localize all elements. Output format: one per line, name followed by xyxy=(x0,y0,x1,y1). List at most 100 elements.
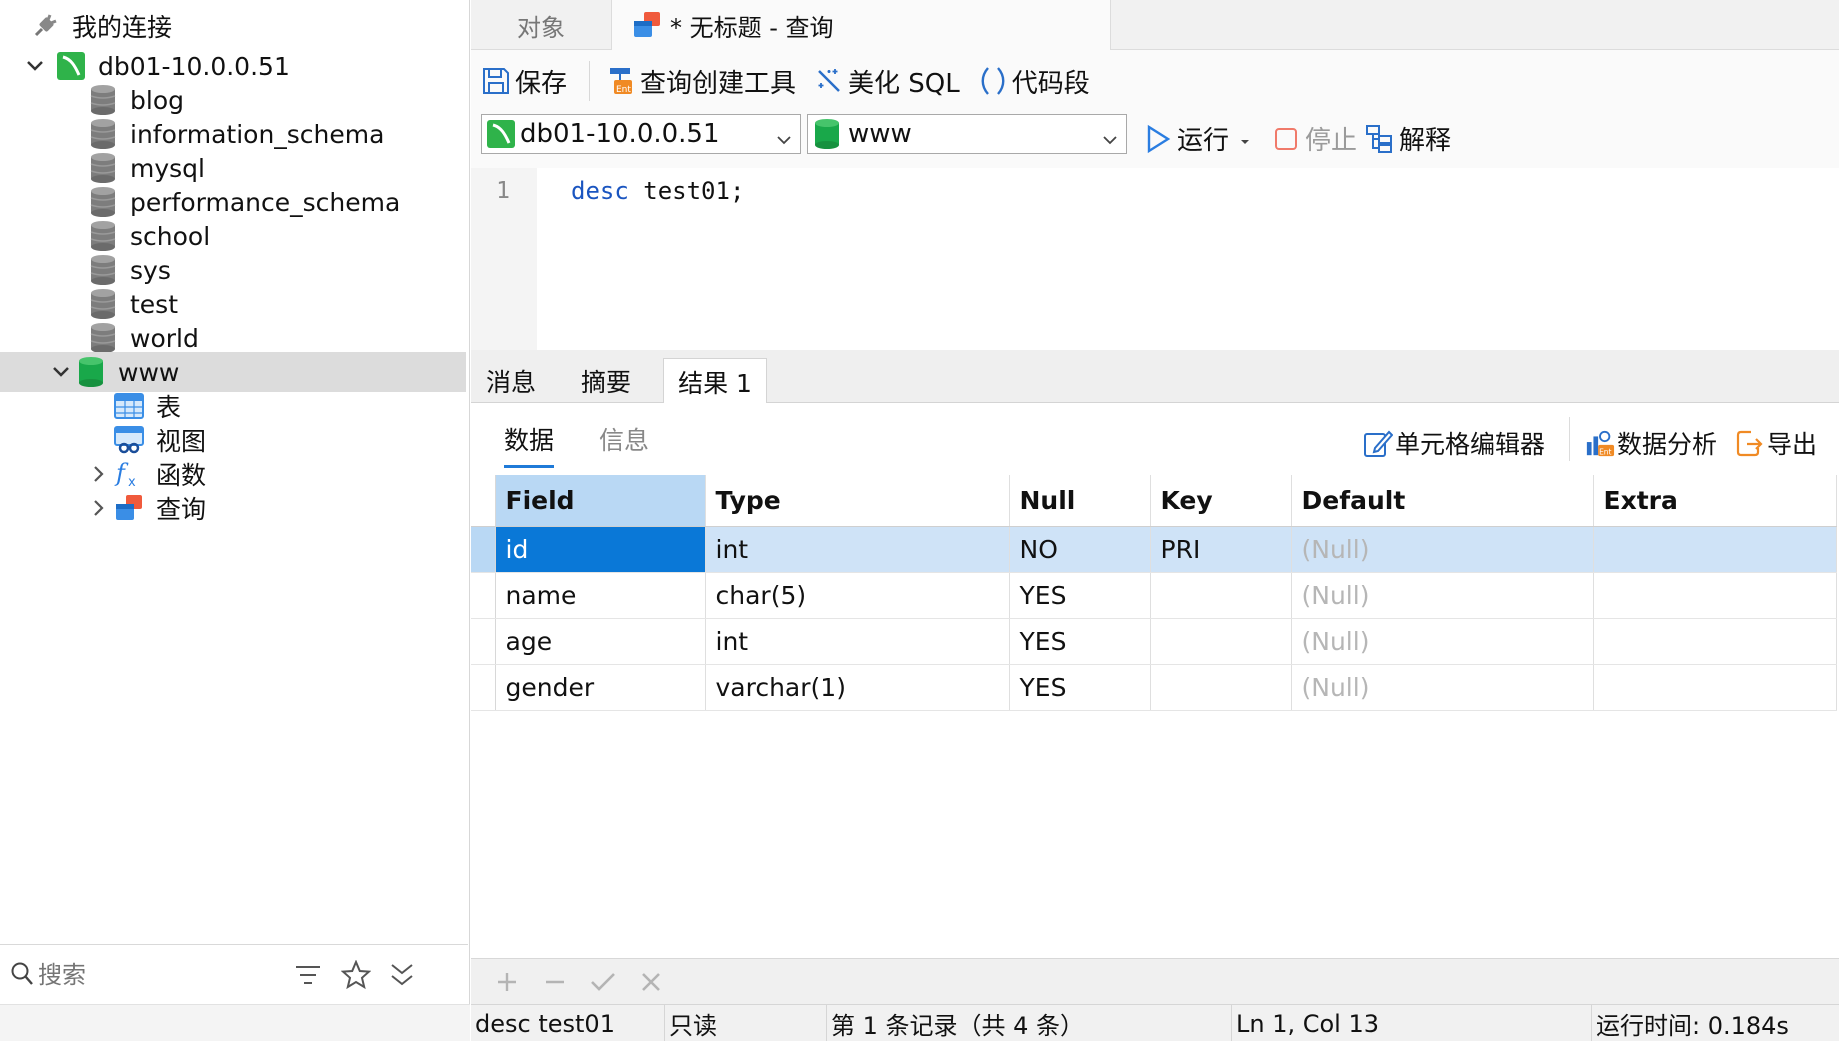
run-dropdown-icon[interactable] xyxy=(1239,124,1251,154)
row-header[interactable] xyxy=(471,572,496,619)
column-header-field[interactable]: Field xyxy=(495,475,706,527)
table-cell[interactable] xyxy=(1593,526,1837,573)
tab-messages-label: 消息 xyxy=(485,367,536,397)
db-label: blog xyxy=(130,85,184,115)
sql-keyword: desc xyxy=(571,177,629,205)
column-header-null[interactable]: Null xyxy=(1009,475,1151,527)
column-header-default[interactable]: Default xyxy=(1291,475,1594,527)
table-cell[interactable]: id xyxy=(495,526,706,573)
collapse-all-icon[interactable] xyxy=(386,959,418,991)
query-workspace: 对象 * 无标题 - 查询 保存 Ent 查询创建工具 美化 SQL 代码段 d… xyxy=(471,0,1839,1041)
chevron-down-icon[interactable] xyxy=(22,53,48,79)
run-button[interactable]: 运行 xyxy=(1143,120,1251,157)
table-cell[interactable]: (Null) xyxy=(1291,572,1594,619)
table-cell[interactable] xyxy=(1150,572,1292,619)
cell-editor-button[interactable]: 单元格编辑器 xyxy=(1363,425,1545,461)
table-cell[interactable]: (Null) xyxy=(1291,664,1594,711)
db-label: www xyxy=(118,357,180,387)
chevron-right-icon[interactable] xyxy=(86,461,112,487)
subtab-data[interactable]: 数据 xyxy=(504,421,555,468)
mysql-connection-icon xyxy=(486,119,516,149)
chevron-down-icon xyxy=(1102,125,1118,155)
export-button[interactable]: 导出 xyxy=(1735,425,1817,461)
analysis-icon: Ent xyxy=(1585,428,1615,458)
column-header-key[interactable]: Key xyxy=(1150,475,1292,527)
discard-changes-icon[interactable] xyxy=(627,964,675,1000)
table-cell[interactable]: PRI xyxy=(1150,526,1292,573)
sql-code[interactable]: desc test01; xyxy=(571,168,744,214)
database-icon xyxy=(88,85,118,115)
sidebar-search-input[interactable] xyxy=(38,955,278,995)
tab-summary-label: 摘要 xyxy=(580,367,631,397)
sidebar-search-bar xyxy=(0,944,468,1004)
search-icon xyxy=(10,961,34,991)
data-analysis-label: 数据分析 xyxy=(1617,430,1718,459)
database-select[interactable]: www xyxy=(807,114,1127,154)
column-header-type[interactable]: Type xyxy=(705,475,1010,527)
apply-changes-icon[interactable] xyxy=(579,964,627,1000)
table-cell[interactable]: (Null) xyxy=(1291,526,1594,573)
run-label: 运行 xyxy=(1177,126,1230,156)
chevron-right-icon[interactable] xyxy=(86,495,112,521)
stop-button[interactable]: 停止 xyxy=(1271,120,1357,157)
tab-query[interactable]: * 无标题 - 查询 xyxy=(611,0,1111,50)
table-cell[interactable] xyxy=(1593,572,1837,619)
row-header[interactable] xyxy=(471,526,496,573)
table-row[interactable]: age int YES (Null) xyxy=(471,618,1837,665)
table-cell[interactable]: gender xyxy=(495,664,706,711)
explain-button[interactable]: 解释 xyxy=(1365,120,1451,157)
table-cell[interactable]: YES xyxy=(1009,664,1151,711)
table-cell[interactable]: YES xyxy=(1009,572,1151,619)
table-cell[interactable] xyxy=(1593,618,1837,665)
status-bar: desc test01 只读 第 1 条记录（共 4 条） Ln 1, Col … xyxy=(471,1004,1839,1041)
add-row-icon[interactable] xyxy=(483,964,531,1000)
data-analysis-button[interactable]: Ent 数据分析 xyxy=(1585,425,1717,461)
result-grid[interactable]: Field Type Null Key Default Extra id int NO PRI(… xyxy=(471,475,1839,711)
save-button[interactable]: 保存 xyxy=(481,63,567,100)
table-row[interactable]: gender varchar(1) YES (Null) xyxy=(471,664,1837,711)
status-mode: 只读 xyxy=(664,1005,826,1041)
table-cell[interactable]: varchar(1) xyxy=(705,664,1010,711)
chevron-down-icon xyxy=(776,125,792,155)
table-cell[interactable] xyxy=(1150,618,1292,665)
beautify-sql-label: 美化 SQL xyxy=(848,68,960,99)
tree-queries[interactable]: 查询 xyxy=(0,488,466,528)
row-header[interactable] xyxy=(471,618,496,665)
table-cell[interactable]: char(5) xyxy=(705,572,1010,619)
tab-result-1[interactable]: 结果 1 xyxy=(663,358,767,404)
database-icon xyxy=(88,255,118,285)
connection-select[interactable]: db01-10.0.0.51 xyxy=(481,114,801,154)
code-snippet-button[interactable]: 代码段 xyxy=(978,63,1090,100)
connection-sidebar: 我的连接 db01-10.0.0.51 blog information_sche… xyxy=(0,0,470,1041)
column-header-extra[interactable]: Extra xyxy=(1593,475,1837,527)
query-builder-button[interactable]: Ent 查询创建工具 xyxy=(606,63,796,100)
table-cell[interactable] xyxy=(1593,664,1837,711)
table-cell[interactable]: NO xyxy=(1009,526,1151,573)
subtab-info[interactable]: 信息 xyxy=(599,421,649,457)
table-cell[interactable]: int xyxy=(705,526,1010,573)
status-cursor: Ln 1, Col 13 xyxy=(1231,1005,1591,1041)
svg-text:Ent: Ent xyxy=(616,85,631,95)
table-cell[interactable]: (Null) xyxy=(1291,618,1594,665)
sql-editor[interactable]: 1 desc test01; xyxy=(471,168,1839,350)
table-cell[interactable]: int xyxy=(705,618,1010,665)
table-cell[interactable]: name xyxy=(495,572,706,619)
database-icon xyxy=(88,119,118,149)
filter-icon[interactable] xyxy=(292,959,324,991)
table-cell[interactable] xyxy=(1150,664,1292,711)
tab-messages[interactable]: 消息 xyxy=(471,358,551,403)
tab-objects[interactable]: 对象 xyxy=(471,0,611,50)
table-cell[interactable]: YES xyxy=(1009,618,1151,665)
tab-summary[interactable]: 摘要 xyxy=(561,358,651,403)
table-cell[interactable]: age xyxy=(495,618,706,665)
star-icon[interactable] xyxy=(340,959,372,991)
tab-result-label: 结果 1 xyxy=(678,368,752,398)
beautify-sql-button[interactable]: 美化 SQL xyxy=(814,63,960,100)
my-connections-header[interactable]: 我的连接 xyxy=(0,6,466,46)
delete-row-icon[interactable] xyxy=(531,964,579,1000)
table-row[interactable]: id int NO PRI (Null) xyxy=(471,526,1837,573)
result-subtabs: 数据 信息 单元格编辑器 Ent 数据分析 导出 xyxy=(471,403,1839,475)
row-header[interactable] xyxy=(471,664,496,711)
table-row[interactable]: name char(5) YES (Null) xyxy=(471,572,1837,619)
chevron-down-icon[interactable] xyxy=(48,359,74,385)
